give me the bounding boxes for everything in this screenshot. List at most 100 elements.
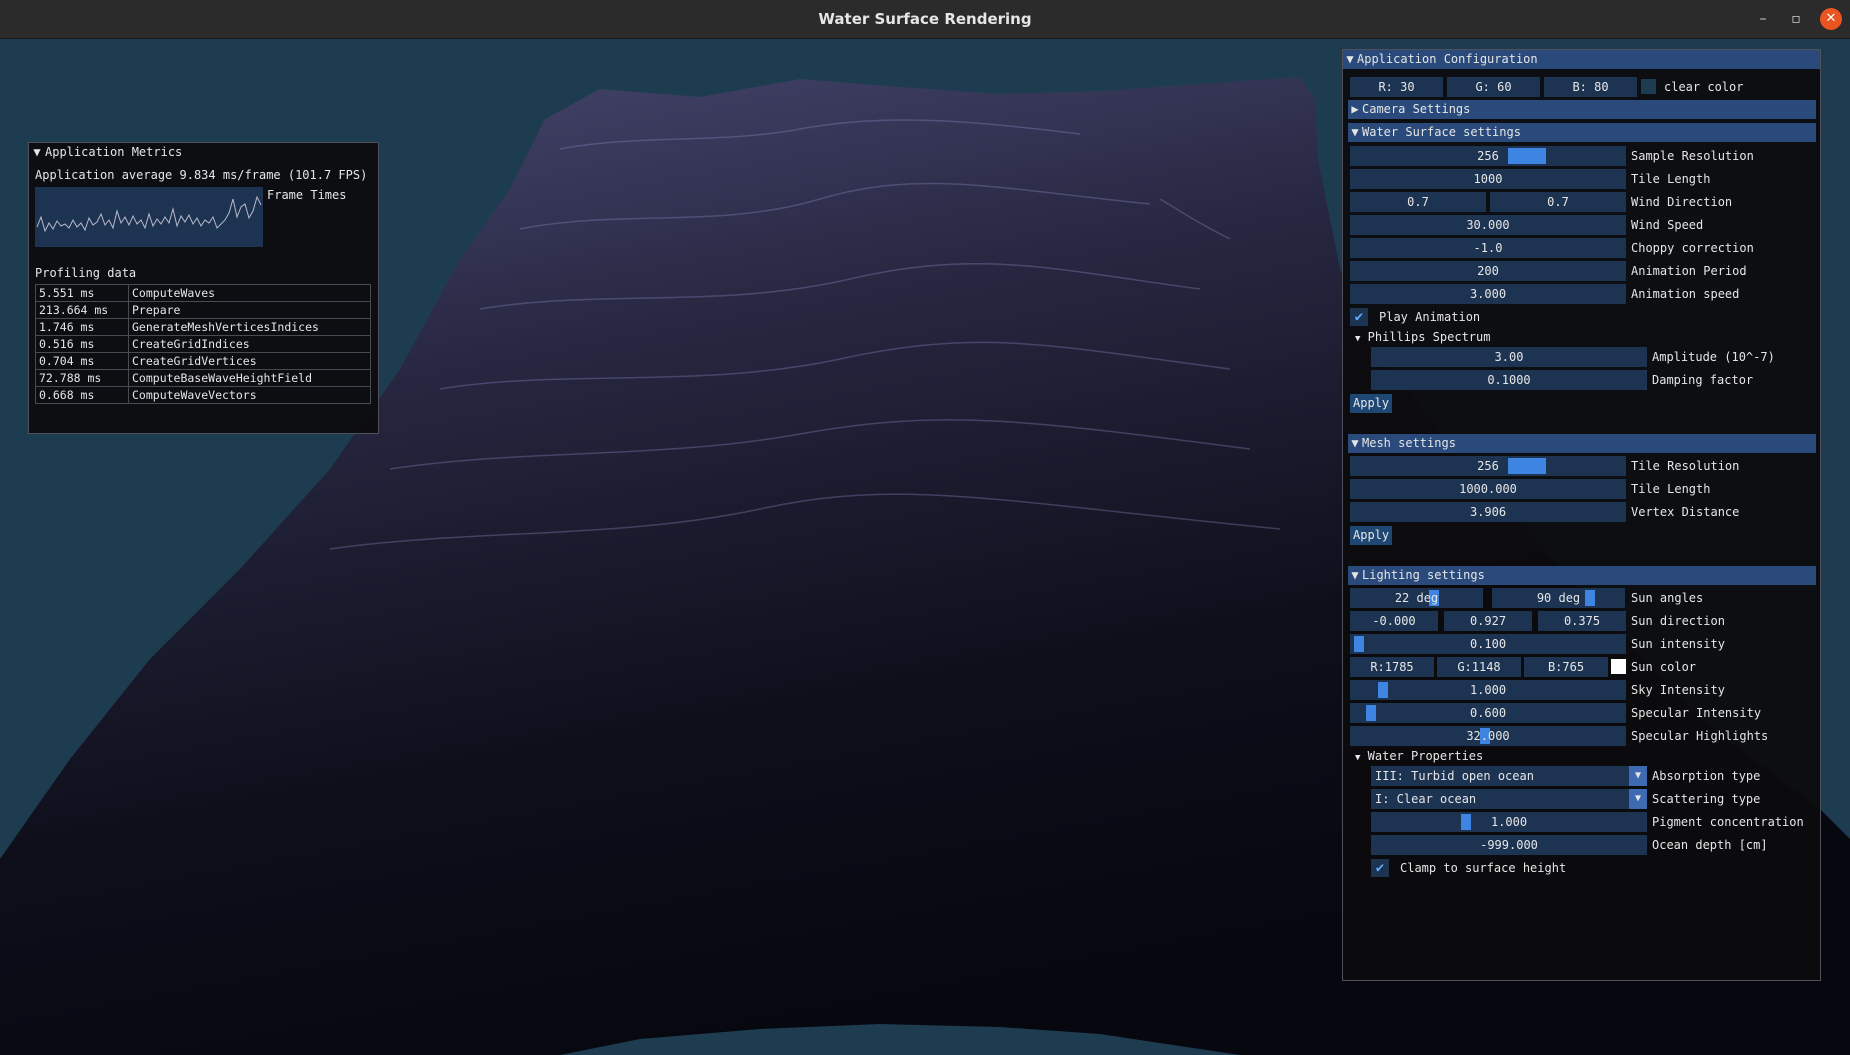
dropdown-arrow-icon[interactable]: ▼: [1629, 766, 1647, 786]
play-animation-checkbox[interactable]: ✔: [1350, 308, 1368, 326]
close-icon[interactable]: ✕: [1820, 8, 1842, 30]
wind-speed-input[interactable]: 30.000: [1350, 215, 1626, 235]
specular-highlights-slider[interactable]: 32.000: [1350, 726, 1626, 746]
lighting-settings-title: Lighting settings: [1362, 568, 1485, 582]
collapse-arrow-icon[interactable]: ▼: [1348, 566, 1362, 585]
choppy-input[interactable]: -1.0: [1350, 238, 1626, 258]
clear-color-b[interactable]: B: 80: [1544, 77, 1637, 97]
metrics-title: Application Metrics: [45, 145, 183, 159]
water-props-tree-node[interactable]: ▼ Water Properties: [1355, 747, 1815, 765]
damping-input[interactable]: 0.1000: [1371, 370, 1647, 390]
amplitude-input[interactable]: 3.00: [1371, 347, 1647, 367]
sun-color-g[interactable]: G:1148: [1437, 657, 1521, 677]
water-settings-header[interactable]: ▼ Water Surface settings: [1348, 123, 1816, 142]
phillips-title: Phillips Spectrum: [1367, 330, 1491, 344]
anim-period-label: Animation Period: [1631, 264, 1747, 278]
ocean-depth-label: Ocean depth [cm]: [1652, 838, 1768, 852]
pigment-label: Pigment concentration: [1652, 815, 1804, 829]
collapse-arrow-icon[interactable]: ▼: [1343, 50, 1357, 69]
pigment-slider[interactable]: 1.000: [1371, 812, 1647, 832]
specular-intensity-label: Specular Intensity: [1631, 706, 1762, 720]
wind-direction-x[interactable]: 0.7: [1350, 192, 1486, 212]
mesh-settings-header[interactable]: ▼ Mesh settings: [1348, 434, 1816, 453]
phillips-tree-node[interactable]: ▼ Phillips Spectrum: [1355, 328, 1815, 346]
profiling-table: 5.551 ms ComputeWaves 213.664 ms Prepare 1.7…: [35, 284, 371, 404]
collapse-arrow-icon[interactable]: ▼: [1348, 434, 1362, 453]
specular-intensity-slider[interactable]: 0.600: [1350, 703, 1626, 723]
wind-direction-y[interactable]: 0.7: [1490, 192, 1626, 212]
frame-times-plot[interactable]: [35, 187, 263, 247]
expand-arrow-icon[interactable]: ▶: [1348, 100, 1362, 119]
wind-speed-label: Wind Speed: [1631, 218, 1704, 232]
sun-color-label: Sun color: [1631, 660, 1697, 674]
sun-angle-b-slider[interactable]: 90 deg: [1492, 588, 1625, 608]
tile-resolution-slider[interactable]: 256: [1350, 456, 1626, 476]
frame-times-label: Frame Times: [267, 188, 347, 202]
config-title-bar[interactable]: ▼ Application Configuration: [1343, 50, 1820, 69]
profile-name: ComputeWaveVectors: [128, 386, 371, 404]
clear-color-r[interactable]: R: 30: [1350, 77, 1443, 97]
collapse-arrow-icon[interactable]: ▼: [1355, 753, 1360, 763]
dropdown-arrow-icon[interactable]: ▼: [1629, 789, 1647, 809]
specular-highlights-label: Specular Highlights: [1631, 729, 1769, 743]
clear-color-swatch[interactable]: [1641, 79, 1656, 94]
maximize-icon[interactable]: ▫: [1785, 8, 1807, 30]
sun-color-swatch[interactable]: [1611, 659, 1626, 674]
metrics-panel[interactable]: ▼ Application Metrics Application average…: [28, 142, 379, 434]
sun-angle-a-slider[interactable]: 22 deg: [1350, 588, 1483, 608]
scattering-type-combo[interactable]: I: Clear ocean ▼: [1371, 789, 1647, 809]
anim-period-input[interactable]: 200: [1350, 261, 1626, 281]
minimize-icon[interactable]: –: [1752, 8, 1774, 30]
wind-direction-label: Wind Direction: [1631, 195, 1733, 209]
sun-intensity-slider[interactable]: 0.100: [1350, 634, 1626, 654]
clamp-label: Clamp to surface height: [1400, 861, 1567, 875]
anim-speed-input[interactable]: 3.000: [1350, 284, 1626, 304]
mesh-apply-button[interactable]: Apply: [1350, 526, 1393, 545]
ocean-depth-input[interactable]: -999.000: [1371, 835, 1647, 855]
profile-name: GenerateMeshVerticesIndices: [128, 318, 371, 336]
sun-direction-y[interactable]: 0.927: [1444, 611, 1532, 631]
slider-grab[interactable]: [1366, 705, 1376, 721]
table-row: 1.746 ms GenerateMeshVerticesIndices: [35, 318, 371, 336]
sun-direction-z[interactable]: 0.375: [1538, 611, 1626, 631]
sun-color-b[interactable]: B:765: [1524, 657, 1608, 677]
choppy-label: Choppy correction: [1631, 241, 1754, 255]
clamp-checkbox[interactable]: ✔: [1371, 859, 1389, 877]
mesh-tile-length-input[interactable]: 1000.000: [1350, 479, 1626, 499]
sun-direction-label: Sun direction: [1631, 614, 1725, 628]
vertex-distance-label: Vertex Distance: [1631, 505, 1740, 519]
sky-intensity-slider[interactable]: 1.000: [1350, 680, 1626, 700]
profile-time: 0.668 ms: [35, 386, 129, 404]
play-animation-label: Play Animation: [1379, 310, 1481, 324]
slider-grab[interactable]: [1508, 458, 1546, 474]
camera-settings-header[interactable]: ▶ Camera Settings: [1348, 100, 1816, 119]
slider-grab[interactable]: [1508, 148, 1546, 164]
collapse-arrow-icon[interactable]: ▼: [1355, 334, 1360, 344]
lighting-settings-header[interactable]: ▼ Lighting settings: [1348, 566, 1816, 585]
collapse-arrow-icon[interactable]: ▼: [29, 143, 45, 162]
profile-name: CreateGridVertices: [128, 352, 371, 370]
sun-intensity-label: Sun intensity: [1631, 637, 1725, 651]
slider-grab[interactable]: [1378, 682, 1388, 698]
slider-grab[interactable]: [1585, 590, 1595, 606]
profile-name: Prepare: [128, 301, 371, 319]
camera-settings-title: Camera Settings: [1362, 102, 1471, 116]
sun-direction-x[interactable]: -0.000: [1350, 611, 1438, 631]
table-row: 0.516 ms CreateGridIndices: [35, 335, 371, 353]
tile-resolution-label: Tile Resolution: [1631, 459, 1740, 473]
tile-length-input[interactable]: 1000: [1350, 169, 1626, 189]
sample-resolution-label: Sample Resolution: [1631, 149, 1754, 163]
collapse-arrow-icon[interactable]: ▼: [1348, 123, 1362, 142]
slider-grab[interactable]: [1354, 636, 1364, 652]
sample-resolution-slider[interactable]: 256: [1350, 146, 1626, 166]
metrics-title-bar[interactable]: ▼ Application Metrics: [29, 143, 378, 162]
config-panel[interactable]: ▼ Application Configuration R: 30 G: 60 B…: [1342, 49, 1821, 981]
clear-color-g[interactable]: G: 60: [1447, 77, 1540, 97]
sun-color-r[interactable]: R:1785: [1350, 657, 1434, 677]
absorption-type-combo[interactable]: III: Turbid open ocean ▼: [1371, 766, 1647, 786]
vertex-distance-input[interactable]: 3.906: [1350, 502, 1626, 522]
water-props-title: Water Properties: [1367, 749, 1484, 763]
slider-grab[interactable]: [1461, 814, 1471, 830]
mesh-settings-title: Mesh settings: [1362, 436, 1456, 450]
water-apply-button[interactable]: Apply: [1350, 394, 1393, 413]
